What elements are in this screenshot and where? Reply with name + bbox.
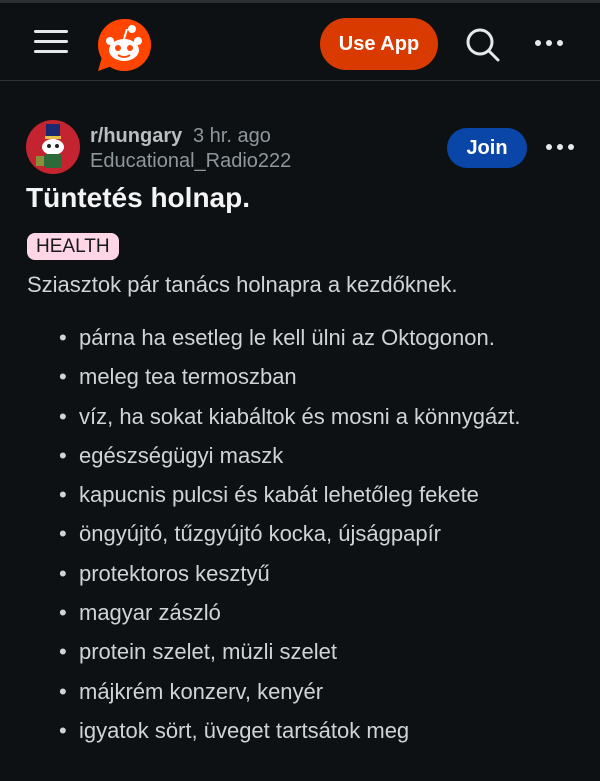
bullet-icon: • [59,639,67,665]
list-item-text: kapucnis pulcsi és kabát lehetőleg feket… [79,482,479,508]
hamburger-menu-icon[interactable] [34,28,68,56]
bullet-icon: • [59,442,67,468]
use-app-button[interactable]: Use App [320,18,438,70]
bullet-icon: • [59,325,67,350]
bullet-icon: • [59,403,67,429]
list-item-text: öngyújtó, tűzgyújtó kocka, újságpapír [79,521,442,547]
reddit-logo-icon[interactable] [96,17,152,73]
more-horizontal-icon[interactable] [534,33,564,53]
list-item-text: víz, ha sokat kiabáltok és mosni a könny… [79,403,521,429]
list-item-text: igyatok sört, üveget tartsátok meg [79,717,410,743]
post-author[interactable]: Educational_Radio222 [90,150,291,173]
search-icon[interactable] [464,26,500,62]
bullet-icon: • [59,521,67,547]
post-intro-text: Sziasztok pár tanács holnapra a kezdőkne… [27,272,458,297]
list-item-text: meleg tea termoszban [79,364,297,390]
bullet-icon: • [59,364,67,390]
post-more-icon[interactable] [545,137,575,157]
list-item-text: párna ha esetleg le kell ülni az Oktogon… [79,325,495,350]
list-item-text: magyar zászló [79,600,221,626]
bullet-icon: • [59,678,67,704]
top-app-bar: Use App [0,3,600,81]
subreddit-name[interactable]: r/hungary [90,125,182,148]
list-item-text: egészségügyi maszk [79,442,284,468]
post-title[interactable]: Tüntetés holnap. [26,182,250,214]
post-timestamp: 3 hr. ago [193,125,271,147]
join-button[interactable]: Join [447,128,527,168]
bullet-icon: • [59,482,67,508]
bullet-icon: • [59,600,67,626]
bullet-icon: • [59,560,67,586]
bullet-icon: • [59,717,67,743]
subreddit-avatar-icon[interactable] [26,120,80,174]
post-flair-badge[interactable]: HEALTH [27,233,119,260]
list-item-text: protein szelet, müzli szelet [79,639,337,665]
list-item-text: protektoros kesztyű [79,560,270,586]
list-item-text: májkrém konzerv, kenyér [79,678,324,704]
